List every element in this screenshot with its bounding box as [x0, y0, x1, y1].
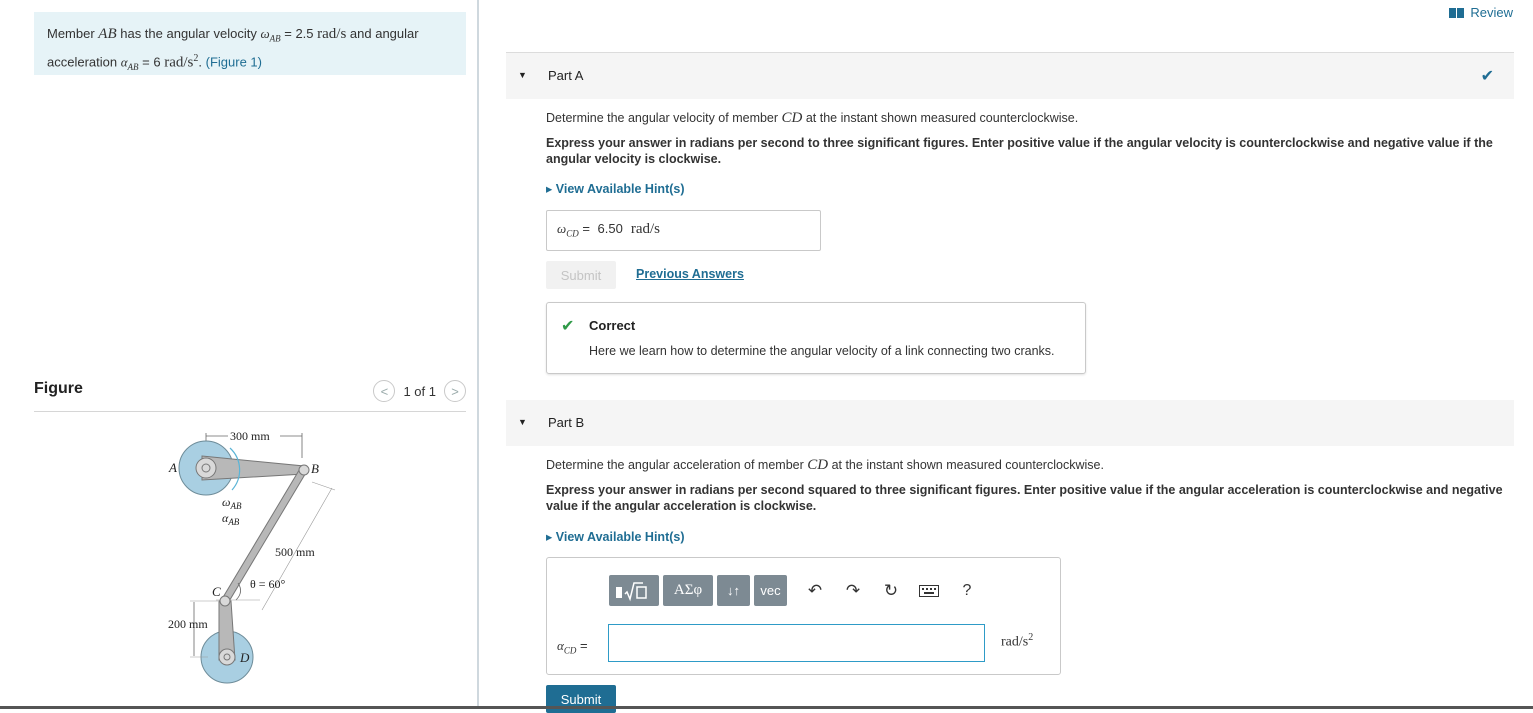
chevron-right-icon: > [451, 383, 459, 399]
vector-button[interactable]: vec [754, 575, 787, 606]
answer-subscript: CD [566, 228, 579, 239]
collapse-triangle-icon: ▼ [518, 70, 527, 80]
book-icon [1449, 7, 1465, 18]
part-b-header[interactable]: ▼ Part B [506, 400, 1514, 446]
alpha-unit: rad/s [164, 53, 194, 70]
figure-header: Figure < 1 of 1 > [34, 376, 466, 412]
checkmark-icon: ✔ [1480, 68, 1494, 85]
part-b-unit: rad/s2 [1001, 632, 1034, 650]
caret-right-icon: ▸ [546, 182, 553, 196]
alpha-subscript: AB [127, 61, 139, 72]
figure-link[interactable]: (Figure 1) [206, 54, 262, 69]
sort-button[interactable]: ↓↑ [717, 575, 750, 606]
alpha-symbol: α [120, 53, 128, 69]
problem-text: Member [47, 26, 99, 41]
reset-icon[interactable]: ↻ [877, 575, 905, 606]
point-c-label: C [212, 584, 221, 599]
point-a-label: A [168, 460, 177, 475]
pager-count: 1 of 1 [403, 383, 436, 399]
problem-panel: Member AB has the angular velocity ωAB =… [0, 0, 479, 709]
theta-label: θ = 60° [250, 577, 286, 591]
pin-a [195, 457, 217, 479]
greek-symbols-button[interactable]: ΑΣφ [663, 575, 713, 606]
part-a-label: Part A [548, 68, 584, 83]
review-link[interactable]: Review [1449, 5, 1513, 20]
part-b-hint-link[interactable]: ▸ View Available Hint(s) [546, 529, 685, 544]
next-figure-button[interactable]: > [444, 380, 466, 402]
part-b-answer-label: αCD = [557, 638, 588, 656]
help-icon[interactable]: ? [953, 575, 981, 606]
review-label: Review [1470, 5, 1513, 20]
feedback-title: Correct [589, 318, 636, 333]
undo-icon[interactable]: ↶ [801, 575, 829, 606]
math-toolbar: ΑΣφ ↓↑ vec ↶ ↷ ↻ ? [609, 575, 981, 606]
member-cd: CD [807, 457, 829, 473]
feedback-box: ✔ Correct Here we learn how to determine… [546, 302, 1086, 374]
keyboard-icon[interactable] [915, 575, 943, 606]
figure-title: Figure [34, 380, 83, 397]
templates-button[interactable] [609, 575, 659, 606]
feedback-text: Here we learn how to determine the angul… [589, 344, 1055, 358]
dimension-300-label: 300 mm [230, 429, 270, 443]
part-a-header[interactable]: ▼ Part A ✔ [506, 53, 1514, 99]
problem-text: . [198, 53, 206, 69]
problem-statement: Member AB has the angular velocity ωAB =… [34, 12, 466, 75]
omega-unit: rad/s [317, 26, 347, 42]
alpha-value: = 6 [138, 53, 165, 69]
dimension-500-label: 500 mm [275, 545, 315, 559]
alpha-ab-figure-label: αAB [222, 511, 240, 527]
answer-symbol: ω [557, 221, 567, 236]
answer-value: 6.50 [597, 221, 623, 236]
redo-icon[interactable]: ↷ [839, 575, 867, 606]
point-d-label: D [239, 650, 250, 665]
answer-unit: rad/s [630, 221, 661, 237]
part-b-question: Determine the angular acceleration of me… [546, 457, 1104, 473]
question-panel: Review ▼ Part A ✔ Determine the angular … [481, 0, 1533, 713]
templates-icon [616, 581, 647, 601]
part-a-instruction: Express your answer in radians per secon… [546, 136, 1493, 166]
part-b-answer-input[interactable] [608, 624, 985, 662]
pin-b [298, 464, 310, 476]
part-b-label: Part B [548, 415, 585, 430]
member-cd: CD [781, 110, 803, 126]
chevron-left-icon: < [380, 383, 389, 399]
omega-ab-figure-label: ωAB [222, 495, 242, 511]
part-a-hint-link[interactable]: ▸ View Available Hint(s) [546, 181, 685, 196]
part-a-submit-button[interactable]: Submit [546, 261, 616, 289]
part-a-answer-display: ωCD = 6.50 rad/s [546, 210, 821, 251]
omega-subscript: AB [269, 33, 281, 44]
mechanism-figure: 300 mm A B 500 mm ωAB αAB θ = 60° C D 20… [168, 429, 336, 684]
member-ab-link [201, 455, 305, 481]
figure-pager: < 1 of 1 > [373, 380, 466, 402]
pin-d [218, 648, 236, 666]
correct-check-icon: ✔ [561, 318, 575, 335]
omega-value: = 2.5 [280, 26, 318, 41]
prev-figure-button[interactable]: < [373, 380, 396, 402]
part-b-instruction: Express your answer in radians per secon… [546, 483, 1503, 513]
pin-c [219, 595, 231, 607]
caret-right-icon: ▸ [546, 530, 553, 544]
dimension-200-label: 200 mm [168, 617, 208, 631]
omega-symbol: ω [260, 26, 270, 41]
problem-text: has the angular velocity [116, 26, 261, 41]
math-answer-editor: ΑΣφ ↓↑ vec ↶ ↷ ↻ ? αCD = rad/s2 [546, 557, 1061, 675]
member-ab: AB [98, 26, 117, 42]
point-b-label: B [311, 461, 319, 476]
previous-answers-link[interactable]: Previous Answers [636, 267, 744, 281]
collapse-triangle-icon: ▼ [518, 417, 527, 427]
part-a-question: Determine the angular velocity of member… [546, 110, 1079, 126]
